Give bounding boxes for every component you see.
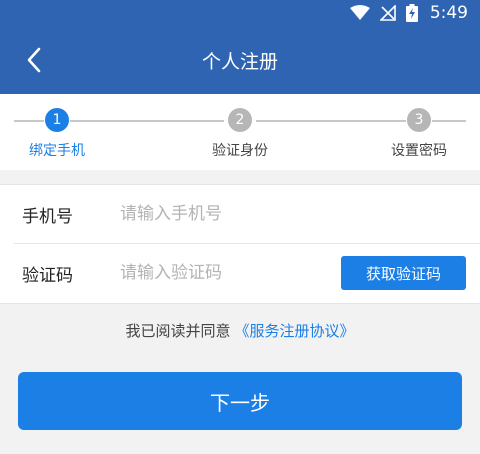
get-code-button[interactable]: 获取验证码 xyxy=(341,256,466,290)
step-set-password: 3 设置密码 xyxy=(359,108,479,160)
agreement-link[interactable]: 《服务注册协议》 xyxy=(235,322,355,340)
step-verify-identity: 2 验证身份 xyxy=(180,108,300,160)
step-number: 3 xyxy=(407,108,431,132)
step-label: 验证身份 xyxy=(212,143,268,159)
phone-label: 手机号 xyxy=(22,206,73,227)
no-signal-icon xyxy=(379,5,396,21)
app-header: 5:49 个人注册 xyxy=(0,0,480,94)
status-time: 5:49 xyxy=(429,3,468,23)
step-label: 绑定手机 xyxy=(29,143,85,159)
registration-form: 手机号 验证码 获取验证码 xyxy=(0,184,480,304)
code-row: 验证码 获取验证码 xyxy=(0,244,480,302)
battery-charging-icon xyxy=(405,4,418,22)
phone-input[interactable] xyxy=(120,204,330,224)
step-label: 设置密码 xyxy=(391,143,447,159)
code-input[interactable] xyxy=(120,263,330,283)
next-step-button[interactable]: 下一步 xyxy=(18,372,462,430)
code-label: 验证码 xyxy=(22,265,73,286)
step-bind-phone: 1 绑定手机 xyxy=(0,108,117,160)
page-title: 个人注册 xyxy=(201,51,278,73)
agreement-text: 我已阅读并同意 xyxy=(125,322,231,340)
phone-row: 手机号 xyxy=(0,185,480,244)
step-number: 1 xyxy=(45,108,69,132)
step-number: 2 xyxy=(228,108,252,132)
step-indicator: 1 绑定手机 2 验证身份 3 设置密码 xyxy=(0,94,480,170)
agreement: 我已阅读并同意 《服务注册协议》 xyxy=(0,320,480,341)
wifi-icon xyxy=(349,5,370,21)
status-bar: 5:49 xyxy=(349,0,480,26)
